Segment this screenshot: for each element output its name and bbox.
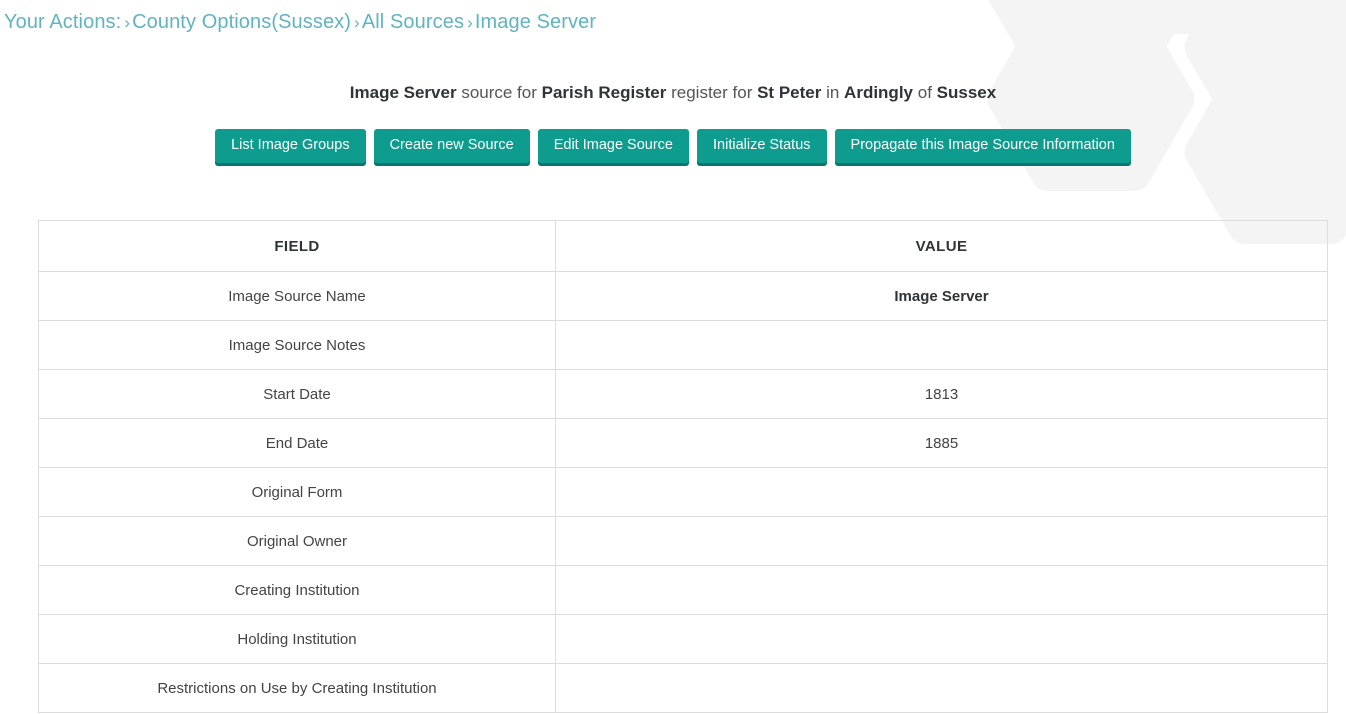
field-cell: Image Source Name: [38, 271, 556, 321]
table-header-row: FIELD VALUE: [38, 220, 1328, 272]
page-root: Your Actions: › County Options(Sussex) › All…: [0, 0, 1346, 713]
action-button-bar: List Image Groups Create new Source Edit…: [0, 129, 1346, 163]
field-cell: Image Source Notes: [38, 320, 556, 370]
create-new-source-button[interactable]: Create new Source: [373, 129, 530, 163]
title-text-in: in: [826, 83, 840, 102]
field-cell: Original Form: [38, 467, 556, 517]
value-cell: [555, 614, 1328, 664]
table-body: Image Source Name Image Server Image Sourc…: [38, 271, 1328, 713]
field-cell: Restrictions on Use by Creating Institut…: [38, 663, 556, 713]
breadcrumb-separator-1: ›: [354, 13, 360, 32]
page-title: Image Server source for Parish Register …: [0, 83, 1346, 103]
column-header-field: FIELD: [38, 220, 556, 272]
breadcrumb-label: Your Actions:: [4, 11, 122, 33]
breadcrumb-separator-2: ›: [467, 13, 473, 32]
value-cell: [555, 565, 1328, 615]
table-row: Holding Institution: [38, 614, 1328, 664]
table-head: FIELD VALUE: [38, 220, 1328, 272]
title-text-source-for: source for: [461, 83, 537, 102]
value-cell: 1885: [555, 418, 1328, 468]
table-row: Start Date 1813: [38, 369, 1328, 419]
title-text-of: of: [917, 83, 932, 102]
field-cell: Holding Institution: [38, 614, 556, 664]
table-row: Original Owner: [38, 516, 1328, 566]
title-place: Ardingly: [844, 83, 913, 102]
breadcrumb-item-county-options[interactable]: County Options(Sussex): [132, 11, 351, 33]
value-cell: [555, 467, 1328, 517]
breadcrumb-item-all-sources[interactable]: All Sources: [362, 11, 464, 33]
title-county: Sussex: [936, 83, 997, 102]
field-cell: End Date: [38, 418, 556, 468]
value-cell: [555, 663, 1328, 713]
propagate-image-source-information-button[interactable]: Propagate this Image Source Information: [834, 129, 1131, 163]
table-row: Original Form: [38, 467, 1328, 517]
image-source-details-table: FIELD VALUE Image Source Name Image Serve…: [38, 220, 1328, 713]
table-row: Creating Institution: [38, 565, 1328, 615]
table-row: Image Source Notes: [38, 320, 1328, 370]
breadcrumb: Your Actions: › County Options(Sussex) › All…: [0, 0, 1346, 34]
value-cell: [555, 320, 1328, 370]
initialize-status-button[interactable]: Initialize Status: [697, 129, 827, 163]
table-row: Restrictions on Use by Creating Institut…: [38, 663, 1328, 713]
field-cell: Original Owner: [38, 516, 556, 566]
breadcrumb-item-image-server[interactable]: Image Server: [475, 11, 596, 33]
title-source-name: Image Server: [349, 83, 457, 102]
table-row: Image Source Name Image Server: [38, 271, 1328, 321]
details-table-container: FIELD VALUE Image Source Name Image Serve…: [38, 220, 1328, 713]
breadcrumb-separator-0: ›: [124, 13, 131, 32]
value-cell: [555, 516, 1328, 566]
field-cell: Creating Institution: [38, 565, 556, 615]
title-text-register-for: register for: [671, 83, 753, 102]
list-image-groups-button[interactable]: List Image Groups: [215, 129, 366, 163]
table-row: End Date 1885: [38, 418, 1328, 468]
edit-image-source-button[interactable]: Edit Image Source: [537, 129, 689, 163]
title-parish: St Peter: [757, 83, 822, 102]
field-cell: Start Date: [38, 369, 556, 419]
title-register-type: Parish Register: [541, 83, 667, 102]
value-cell: Image Server: [555, 271, 1328, 321]
column-header-value: VALUE: [555, 220, 1328, 272]
value-cell: 1813: [555, 369, 1328, 419]
